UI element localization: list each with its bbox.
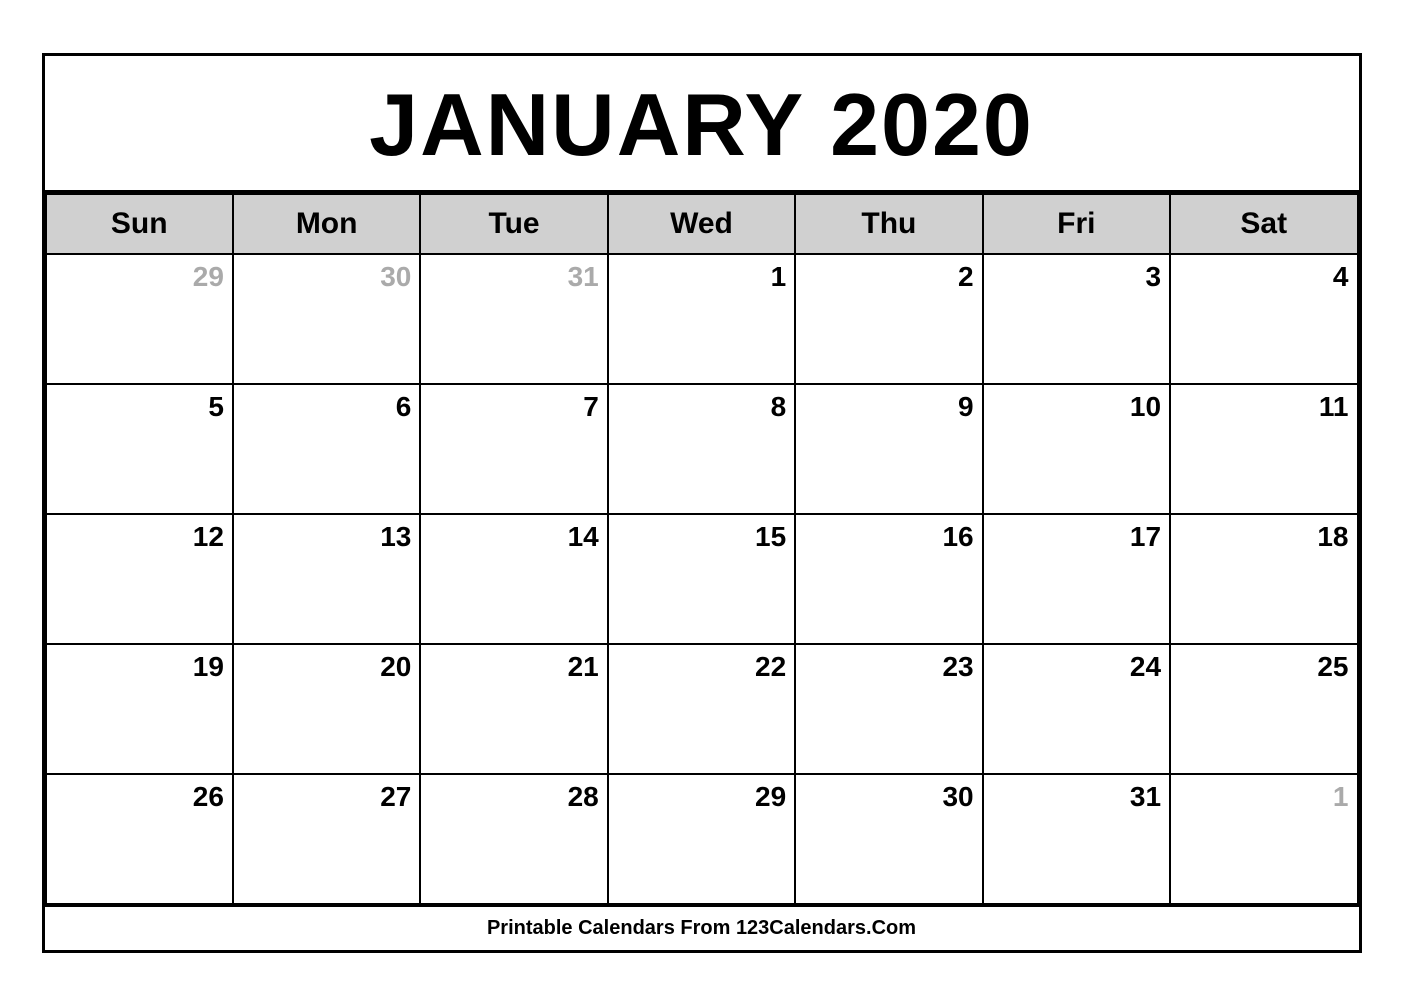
calendar-week-row: 567891011 bbox=[46, 384, 1358, 514]
calendar-day: 19 bbox=[46, 644, 233, 774]
calendar-day: 11 bbox=[1170, 384, 1357, 514]
calendar-day: 1 bbox=[1170, 774, 1357, 904]
calendar-day: 31 bbox=[420, 254, 607, 384]
calendar-day: 12 bbox=[46, 514, 233, 644]
day-header-tue: Tue bbox=[420, 194, 607, 254]
calendar-day: 18 bbox=[1170, 514, 1357, 644]
calendar-week-row: 2930311234 bbox=[46, 254, 1358, 384]
day-header-sat: Sat bbox=[1170, 194, 1357, 254]
calendar-day: 9 bbox=[795, 384, 982, 514]
calendar-day: 13 bbox=[233, 514, 420, 644]
day-header-fri: Fri bbox=[983, 194, 1170, 254]
calendar-day: 6 bbox=[233, 384, 420, 514]
calendar-day: 1 bbox=[608, 254, 795, 384]
calendar-day: 30 bbox=[795, 774, 982, 904]
calendar-day: 16 bbox=[795, 514, 982, 644]
calendar-day: 15 bbox=[608, 514, 795, 644]
calendar-table: SunMonTueWedThuFriSat 293031123456789101… bbox=[45, 193, 1359, 905]
calendar-day: 17 bbox=[983, 514, 1170, 644]
calendar-day: 30 bbox=[233, 254, 420, 384]
day-header-wed: Wed bbox=[608, 194, 795, 254]
calendar-day: 28 bbox=[420, 774, 607, 904]
calendar-day: 14 bbox=[420, 514, 607, 644]
calendar-day: 20 bbox=[233, 644, 420, 774]
calendar-day: 7 bbox=[420, 384, 607, 514]
day-header-mon: Mon bbox=[233, 194, 420, 254]
calendar-title: JANUARY 2020 bbox=[45, 56, 1359, 193]
calendar-day: 2 bbox=[795, 254, 982, 384]
days-header-row: SunMonTueWedThuFriSat bbox=[46, 194, 1358, 254]
calendar-day: 22 bbox=[608, 644, 795, 774]
calendar-day: 29 bbox=[46, 254, 233, 384]
day-header-sun: Sun bbox=[46, 194, 233, 254]
calendar-day: 10 bbox=[983, 384, 1170, 514]
footer-text: Printable Calendars From bbox=[487, 917, 736, 939]
calendar-footer: Printable Calendars From 123Calendars.Co… bbox=[45, 905, 1359, 950]
calendar-day: 21 bbox=[420, 644, 607, 774]
calendar-day: 8 bbox=[608, 384, 795, 514]
day-header-thu: Thu bbox=[795, 194, 982, 254]
calendar-day: 4 bbox=[1170, 254, 1357, 384]
calendar-day: 31 bbox=[983, 774, 1170, 904]
calendar-day: 27 bbox=[233, 774, 420, 904]
calendar-day: 5 bbox=[46, 384, 233, 514]
calendar-day: 3 bbox=[983, 254, 1170, 384]
footer-brand: 123Calendars.Com bbox=[736, 917, 916, 939]
calendar-day: 23 bbox=[795, 644, 982, 774]
calendar-day: 26 bbox=[46, 774, 233, 904]
calendar-week-row: 19202122232425 bbox=[46, 644, 1358, 774]
calendar-container: JANUARY 2020 SunMonTueWedThuFriSat 29303… bbox=[42, 53, 1362, 953]
calendar-day: 29 bbox=[608, 774, 795, 904]
calendar-day: 25 bbox=[1170, 644, 1357, 774]
calendar-week-row: 12131415161718 bbox=[46, 514, 1358, 644]
calendar-week-row: 2627282930311 bbox=[46, 774, 1358, 904]
calendar-day: 24 bbox=[983, 644, 1170, 774]
